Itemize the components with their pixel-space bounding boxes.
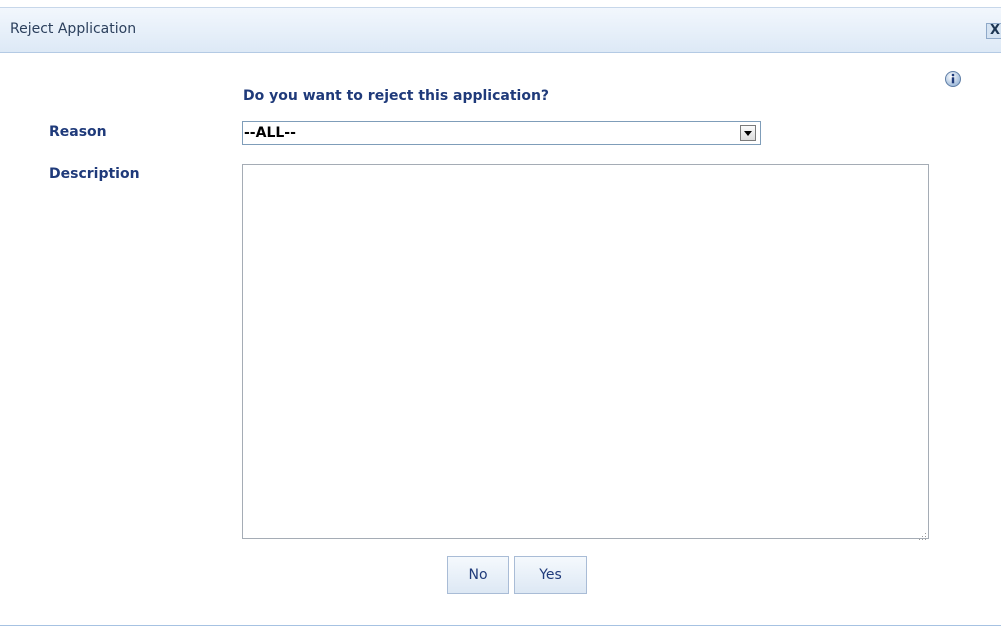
resize-grip-icon[interactable] bbox=[917, 526, 927, 540]
reject-prompt: Do you want to reject this application? bbox=[243, 88, 550, 104]
info-icon[interactable] bbox=[944, 70, 962, 88]
reason-selected-value: --ALL-- bbox=[244, 125, 296, 141]
reject-application-dialog: Reject Application X Do you want to reje… bbox=[0, 7, 1001, 626]
background-text bbox=[120, 0, 124, 6]
description-textarea[interactable] bbox=[242, 164, 929, 539]
dialog-title: Reject Application bbox=[10, 21, 137, 37]
no-button[interactable]: No bbox=[447, 556, 509, 594]
dialog-titlebar: Reject Application X bbox=[0, 7, 1001, 53]
chevron-down-icon[interactable] bbox=[740, 125, 756, 141]
reason-label: Reason bbox=[49, 124, 107, 140]
page: Reject Application X Do you want to reje… bbox=[0, 0, 1001, 626]
yes-button[interactable]: Yes bbox=[514, 556, 587, 594]
description-label: Description bbox=[49, 166, 140, 182]
reason-select[interactable]: --ALL-- bbox=[242, 121, 761, 145]
close-button[interactable]: X bbox=[986, 23, 1001, 39]
